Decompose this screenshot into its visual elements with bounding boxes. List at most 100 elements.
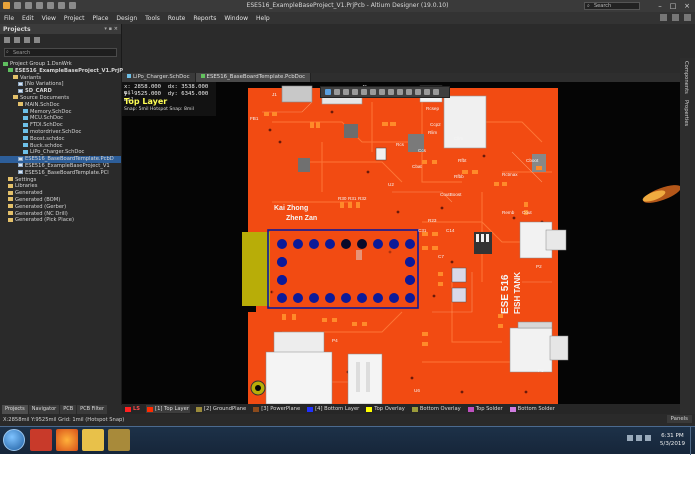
show-desktop-button[interactable] [690,427,695,455]
settings-icon[interactable] [660,14,667,21]
tree-item[interactable]: Generated [0,190,121,197]
tree-item[interactable]: Generated (Pick Place) [0,217,121,224]
tab-projects[interactable]: Projects [2,405,28,414]
tab-pcb[interactable]: PCB [60,405,77,414]
layer-tab[interactable]: LS [124,405,141,413]
tree-item[interactable]: SD_CARD [0,88,121,95]
menu-window[interactable]: Window [224,15,248,22]
tab-components[interactable]: Components [680,58,692,97]
tab-properties[interactable]: Properties [680,97,692,129]
doc-tab-baseboard-pcb[interactable]: ESE516_BaseBoardTemplate.PcbDoc [195,73,312,82]
altium-taskbar-icon[interactable] [108,429,130,451]
schematic-doc-icon [127,74,131,78]
taskbar-clock[interactable]: 6:31 PM 5/3/2019 [660,432,685,448]
tree-item[interactable]: LiPo_Charger.SchDoc [0,149,121,156]
tray-volume-icon[interactable] [636,435,642,441]
tree-item[interactable]: Generated (Gerber) [0,204,121,211]
panel-pin-icon[interactable]: ▾ ▪ × [104,26,118,32]
project-icon[interactable] [14,37,20,43]
silk-designator: Rfbt [458,158,467,163]
tree-item[interactable]: Project Group 1.DsnWrk [0,61,121,68]
tree-item[interactable]: ESE516_BaseBoardTemplate.PCl [0,170,121,177]
tree-item[interactable]: [No Variations] [0,81,121,88]
tree-item[interactable]: motordriver.SchDoc [0,129,121,136]
menu-project[interactable]: Project [64,15,85,22]
line-icon[interactable] [424,89,430,95]
tree-item[interactable]: ESE516_ExampleBaseProject_V1.PrjP [0,68,123,75]
filter-icon[interactable] [325,89,331,95]
minimize-button[interactable]: – [655,1,665,11]
tray-network-icon[interactable] [627,435,633,441]
folder-icon[interactable] [24,37,30,43]
tree-item[interactable]: Buck.schdoc [0,143,121,150]
move-icon[interactable] [352,89,358,95]
route-icon[interactable] [370,89,376,95]
panel-settings-icon[interactable] [34,37,40,43]
layer-tab[interactable]: Bottom Overlay [411,405,462,413]
tree-item[interactable]: MCU.SchDoc [0,115,121,122]
close-button[interactable]: × [682,1,692,11]
tree-item[interactable]: Variants [0,75,121,82]
silk-designator: Rcs [396,142,405,147]
menu-tools[interactable]: Tools [145,15,160,22]
file-explorer-icon[interactable] [82,429,104,451]
panels-button[interactable]: Panels [666,415,692,423]
tree-item[interactable]: ESE516_BaseBoardTemplate.PcbD [0,156,121,163]
select-icon[interactable] [343,89,349,95]
add-icon[interactable] [334,89,340,95]
projects-search-input[interactable]: ⌕ Search [4,48,117,57]
taskbar-app-icon[interactable] [30,429,52,451]
align-icon[interactable] [361,89,367,95]
maximize-button[interactable]: □ [668,1,678,11]
via-icon[interactable] [388,89,394,95]
tree-item[interactable]: Settings [0,177,121,184]
module-pad [405,257,415,267]
tree-item[interactable]: ESE516_ExampleBaseProject_V1 [0,163,121,170]
layer-tab[interactable]: [1] Top Layer [146,405,190,413]
menu-reports[interactable]: Reports [193,15,216,22]
tree-item[interactable]: Generated (BOM) [0,197,121,204]
notifications-icon[interactable] [672,14,679,21]
tab-navigator[interactable]: Navigator [28,405,60,414]
silk-designator: FB1 [250,116,259,121]
menu-route[interactable]: Route [168,15,185,22]
global-search-input[interactable]: ⌕ Search [584,2,640,10]
layer-tab[interactable]: [2] GroundPlane [195,405,247,413]
polygon-icon[interactable] [397,89,403,95]
menu-help[interactable]: Help [256,15,270,22]
start-button[interactable] [3,429,25,451]
workspace-icon[interactable] [4,37,10,43]
module-pad [325,293,335,303]
text-icon[interactable] [415,89,421,95]
tree-item[interactable]: Source Documents [0,95,121,102]
layer-tab[interactable]: [4] Bottom Layer [306,405,360,413]
menu-place[interactable]: Place [92,15,108,22]
tree-item[interactable]: Generated (NC Drill) [0,211,121,218]
folder-icon [8,183,13,188]
menu-file[interactable]: File [4,15,14,22]
firefox-icon[interactable] [56,429,78,451]
diff-pair-icon[interactable] [379,89,385,95]
tab-pcb-filter[interactable]: PCB Filter [77,405,108,414]
tree-item[interactable]: Memory.SchDoc [0,109,121,116]
tree-item[interactable]: FTDI.SchDoc [0,122,121,129]
layer-tab[interactable]: [3] PowerPlane [252,405,301,413]
folder-icon [8,197,13,202]
pcb-board-view[interactable]: Kai Zhong Zhen Zan ESE 516 FISH TANK J1 F… [122,82,680,404]
measure-icon[interactable] [433,89,439,95]
layer-tab[interactable]: Top Solder [467,405,504,413]
user-icon[interactable] [684,14,691,21]
doc-tab-lipo-charger[interactable]: LiPo_Charger.SchDoc [122,73,196,82]
menu-view[interactable]: View [42,15,56,22]
tray-flag-icon[interactable] [645,435,651,441]
tree-item[interactable]: Boost.schdoc [0,136,121,143]
dimension-icon[interactable] [406,89,412,95]
layer-tab[interactable]: Top Overlay [365,405,406,413]
menu-design[interactable]: Design [116,15,137,22]
menu-edit[interactable]: Edit [22,15,34,22]
tree-item[interactable]: MAIN.SchDoc [0,102,121,109]
pcb-canvas[interactable]: Kai Zhong Zhen Zan ESE 516 FISH TANK J1 F… [122,82,680,404]
layer-tab[interactable]: Bottom Solder [509,405,556,413]
tree-item-label: Libraries [15,183,38,190]
tree-item[interactable]: Libraries [0,183,121,190]
